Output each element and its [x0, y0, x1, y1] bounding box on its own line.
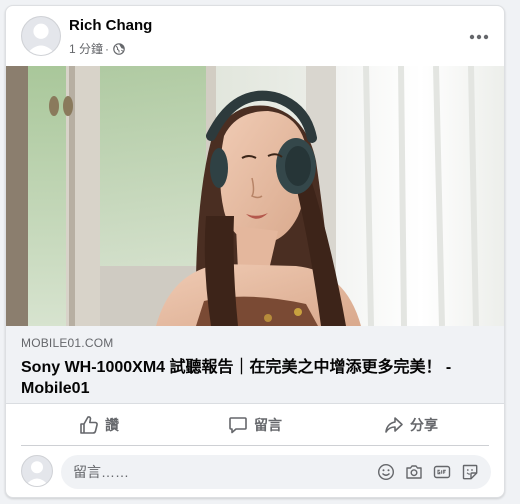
post-actions: 讚 留言 分享 [21, 404, 489, 446]
post-photo[interactable] [6, 66, 504, 326]
author-avatar[interactable] [21, 16, 61, 56]
post-meta: 1 分鐘 · [69, 40, 125, 57]
comment-icon [229, 416, 247, 433]
like-icon [80, 415, 98, 434]
camera-icon[interactable] [405, 463, 423, 481]
commenter-avatar[interactable] [21, 455, 53, 487]
comment-button[interactable]: 留言 [177, 404, 333, 445]
sticker-icon[interactable] [461, 463, 479, 481]
post-header: Rich Chang 1 分鐘 · [6, 6, 504, 66]
share-label: 分享 [410, 416, 438, 433]
more-options-button[interactable] [464, 22, 494, 52]
share-icon [385, 416, 403, 433]
like-button[interactable]: 讚 [21, 404, 177, 445]
default-avatar-icon [22, 456, 52, 486]
share-button[interactable]: 分享 [333, 404, 489, 445]
link-title[interactable]: Sony WH-1000XM4 試聽報告｜在完美之中增添更多完美！ - Mobi… [21, 357, 491, 399]
comment-box[interactable] [61, 455, 491, 489]
comment-input[interactable] [73, 464, 353, 480]
emoji-icon[interactable] [377, 463, 395, 481]
gif-icon[interactable] [433, 463, 451, 481]
default-avatar-icon [22, 17, 60, 55]
woman-headphones-photo [6, 66, 504, 326]
post-time[interactable]: 1 分鐘 [69, 40, 103, 57]
link-preview[interactable]: MOBILE01.COM Sony WH-1000XM4 試聽報告｜在完美之中增… [6, 326, 504, 404]
post-card: Rich Chang 1 分鐘 · MOBILE01.COM Sony WH-1… [5, 5, 505, 498]
comment-tools [377, 463, 479, 481]
globe-icon[interactable] [113, 42, 125, 55]
more-horizontal-icon [469, 34, 489, 40]
comment-row [21, 453, 491, 491]
comment-label: 留言 [254, 416, 282, 433]
meta-separator: · [105, 41, 110, 56]
link-domain: MOBILE01.COM [21, 336, 114, 350]
author-name[interactable]: Rich Chang [69, 17, 152, 34]
like-label: 讚 [105, 416, 119, 433]
